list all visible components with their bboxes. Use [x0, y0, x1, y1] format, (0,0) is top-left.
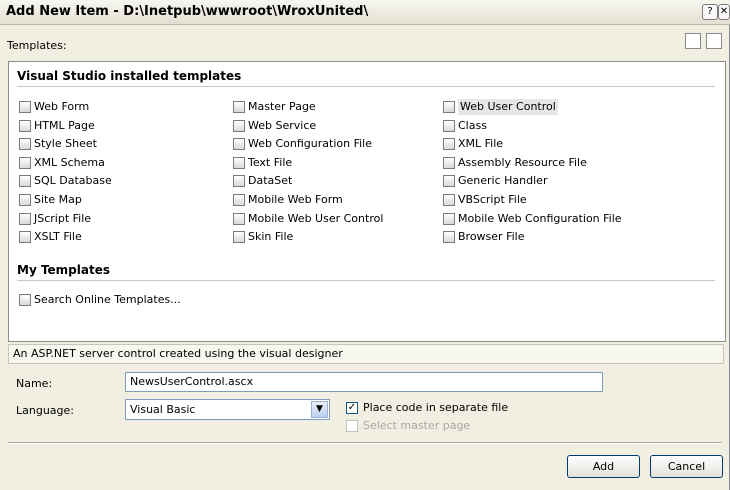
template-item-web-form[interactable]: Web Form: [19, 99, 89, 115]
template-item-text-file[interactable]: Text File: [233, 155, 292, 171]
templates-panel: Visual Studio installed templates Web Fo…: [8, 61, 726, 342]
template-item-jscript-file[interactable]: JScript File: [19, 211, 91, 227]
add-new-item-dialog: Add New Item - D:\Inetpub\wwwroot\WroxUn…: [0, 0, 730, 490]
section-divider: [17, 280, 715, 281]
template-description: An ASP.NET server control created using …: [8, 344, 724, 364]
master-page-check-icon: [346, 419, 358, 432]
template-item-web-user-control[interactable]: Web User Control: [443, 99, 558, 115]
close-icon[interactable]: ✕: [718, 4, 730, 20]
template-item-web-configuration-file[interactable]: Web Configuration File: [233, 136, 372, 152]
web-user-control-icon: [443, 101, 455, 113]
search-online-templates-item[interactable]: Search Online Templates...: [19, 292, 181, 308]
xslt-file-icon: [19, 231, 31, 244]
sql-database-icon: [19, 175, 31, 188]
language-select[interactable]: Visual Basic ▼: [125, 399, 330, 420]
template-item-mobile-web-configuration-file[interactable]: Mobile Web Configuration File: [443, 211, 622, 227]
skin-file-icon: [233, 231, 245, 244]
place-code-checkbox[interactable]: ✓ Place code in separate file: [346, 401, 508, 414]
mobile-web-configuration-file-icon: [443, 212, 455, 225]
section-divider: [17, 86, 715, 87]
text-file-icon: [233, 156, 245, 169]
template-item-skin-file[interactable]: Skin File: [233, 229, 293, 245]
template-item-web-service[interactable]: Web Service: [233, 118, 316, 134]
cancel-button[interactable]: Cancel: [650, 455, 723, 478]
class-icon: [443, 119, 455, 132]
template-item-mobile-web-form[interactable]: Mobile Web Form: [233, 192, 343, 208]
web-form-icon: [19, 101, 31, 113]
xml-schema-icon: [19, 156, 31, 169]
dataset-icon: [233, 175, 245, 188]
template-item-html-page[interactable]: HTML Page: [19, 118, 95, 134]
assembly-resource-file-icon: [443, 156, 455, 169]
templates-label: Templates:: [7, 39, 67, 52]
window-title: Add New Item - D:\Inetpub\wwwroot\WroxUn…: [6, 4, 369, 19]
template-item-dataset[interactable]: DataSet: [233, 173, 292, 189]
language-value: Visual Basic: [130, 403, 196, 416]
jscript-file-icon: [19, 212, 31, 225]
large-icons-view-icon[interactable]: [685, 33, 701, 49]
search-online-icon: [19, 294, 31, 306]
template-item-xml-file[interactable]: XML File: [443, 136, 503, 152]
template-item-sql-database[interactable]: SQL Database: [19, 173, 112, 189]
xml-file-icon: [443, 138, 455, 151]
mobile-web-user-control-icon: [233, 212, 245, 225]
template-item-class[interactable]: Class: [443, 118, 487, 134]
select-master-page-checkbox: Select master page: [346, 419, 470, 432]
template-item-vbscript-file[interactable]: VBScript File: [443, 192, 527, 208]
language-label: Language:: [16, 404, 74, 417]
web-service-icon: [233, 119, 245, 132]
template-item-style-sheet[interactable]: Style Sheet: [19, 136, 97, 152]
site-map-icon: [19, 194, 31, 206]
installed-templates-header: Visual Studio installed templates: [17, 69, 242, 83]
template-item-master-page[interactable]: Master Page: [233, 99, 316, 115]
my-templates-header: My Templates: [17, 263, 110, 277]
web-configuration-file-icon: [233, 138, 245, 151]
template-item-xslt-file[interactable]: XSLT File: [19, 229, 82, 245]
template-item-xml-schema[interactable]: XML Schema: [19, 155, 105, 171]
vbscript-file-icon: [443, 194, 455, 206]
template-item-mobile-web-user-control[interactable]: Mobile Web User Control: [233, 211, 383, 227]
master-page-icon: [233, 101, 245, 113]
template-item-generic-handler[interactable]: Generic Handler: [443, 173, 547, 189]
template-item-site-map[interactable]: Site Map: [19, 192, 82, 208]
small-icons-view-icon[interactable]: [706, 33, 722, 49]
generic-handler-icon: [443, 175, 455, 188]
mobile-web-form-icon: [233, 194, 245, 206]
help-icon[interactable]: ?: [702, 4, 718, 20]
bottom-separator: [8, 442, 722, 444]
template-item-browser-file[interactable]: Browser File: [443, 229, 524, 245]
name-label: Name:: [16, 377, 53, 390]
style-sheet-icon: [19, 138, 31, 151]
html-page-icon: [19, 119, 31, 132]
browser-file-icon: [443, 231, 455, 244]
chevron-down-icon[interactable]: ▼: [311, 401, 328, 418]
title-bar: Add New Item - D:\Inetpub\wwwroot\WroxUn…: [0, 0, 730, 25]
add-button[interactable]: Add: [567, 455, 640, 478]
place-code-check-icon: ✓: [346, 401, 358, 414]
template-item-assembly-resource-file[interactable]: Assembly Resource File: [443, 155, 587, 171]
name-field[interactable]: NewsUserControl.ascx: [125, 372, 603, 392]
